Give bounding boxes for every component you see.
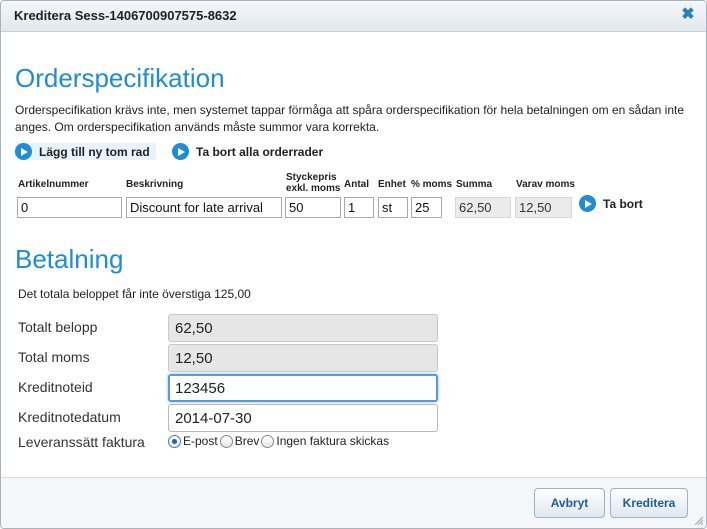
add-row-button[interactable]: Lägg till ny tom rad <box>15 143 156 160</box>
dialog-title: Kreditera Sess-1406700907575-8632 <box>14 8 237 23</box>
delivery-option-letter[interactable]: Brev <box>219 434 260 448</box>
col-header-unit: Enhet <box>378 179 406 190</box>
credit-note-id-label: Kreditnoteid <box>18 379 93 395</box>
total-amount-label: Totalt belopp <box>18 319 98 335</box>
radio-icon[interactable] <box>261 434 275 448</box>
col-header-article: Artikelnummer <box>18 179 89 190</box>
credit-note-id-input[interactable] <box>168 374 438 402</box>
play-circle-icon <box>15 143 32 160</box>
payment-description: Det totala beloppet får inte överstiga 1… <box>18 287 251 301</box>
col-header-vat-pct: % moms <box>411 179 453 190</box>
col-header-description: Beskrivning <box>126 179 184 190</box>
order-spec-heading: Orderspecifikation <box>15 63 225 93</box>
col-header-unit-price-line2: exkl. moms <box>286 183 341 194</box>
credit-dialog: Kreditera Sess-1406700907575-8632 ✖ Orde… <box>0 0 707 529</box>
order-spec-description: Orderspecifikation krävs inte, men syste… <box>15 103 685 134</box>
delivery-option-none[interactable]: Ingen faktura skickas <box>261 434 389 448</box>
unit-price-input[interactable] <box>285 197 341 218</box>
description-input[interactable] <box>126 197 282 218</box>
submit-credit-button[interactable]: Kreditera <box>610 488 688 518</box>
delivery-method-label: Leveranssätt faktura <box>18 434 145 450</box>
sum-field <box>455 197 511 218</box>
dialog-titlebar[interactable]: Kreditera Sess-1406700907575-8632 <box>1 1 706 32</box>
delivery-option-email[interactable]: E-post <box>168 434 218 448</box>
vat-amount-field <box>515 197 572 218</box>
radio-selected-icon[interactable] <box>168 434 181 448</box>
remove-row-label: Ta bort <box>603 196 643 211</box>
add-row-label: Lägg till ny tom rad <box>39 144 150 159</box>
total-amount-field <box>168 314 438 342</box>
remove-all-rows-label: Ta bort alla orderrader <box>196 144 324 159</box>
quantity-input[interactable] <box>344 197 374 218</box>
unit-input[interactable] <box>378 197 408 218</box>
col-header-quantity: Antal <box>344 179 369 190</box>
vat-pct-input[interactable] <box>411 197 442 218</box>
article-number-input[interactable] <box>17 197 122 218</box>
dialog-footer: Avbryt Kreditera <box>1 477 706 528</box>
radio-icon[interactable] <box>219 434 233 448</box>
close-icon[interactable]: ✖ <box>681 7 695 23</box>
delivery-option-email-label: E-post <box>183 434 218 448</box>
total-vat-field <box>168 344 438 372</box>
total-vat-label: Total moms <box>18 349 90 365</box>
remove-all-rows-button[interactable]: Ta bort alla orderrader <box>172 143 323 160</box>
play-circle-icon <box>579 195 596 212</box>
resize-grip-icon[interactable] <box>693 515 703 525</box>
credit-note-date-input[interactable] <box>168 404 438 432</box>
col-header-of-which-vat: Varav moms <box>516 179 575 190</box>
credit-note-date-label: Kreditnotedatum <box>18 409 121 425</box>
delivery-option-none-label: Ingen faktura skickas <box>276 434 390 448</box>
col-header-sum: Summa <box>456 179 493 190</box>
cancel-button[interactable]: Avbryt <box>534 488 605 518</box>
col-header-unit-price: Styckepris exkl. moms <box>286 172 340 194</box>
delivery-method-group: E-post Brev Ingen faktura skickas <box>168 434 391 448</box>
col-header-unit-price-line1: Styckepris <box>286 172 337 183</box>
delivery-option-letter-label: Brev <box>234 434 260 448</box>
payment-heading: Betalning <box>15 244 124 274</box>
play-circle-icon <box>172 143 189 160</box>
remove-row-button[interactable]: Ta bort <box>579 195 643 212</box>
